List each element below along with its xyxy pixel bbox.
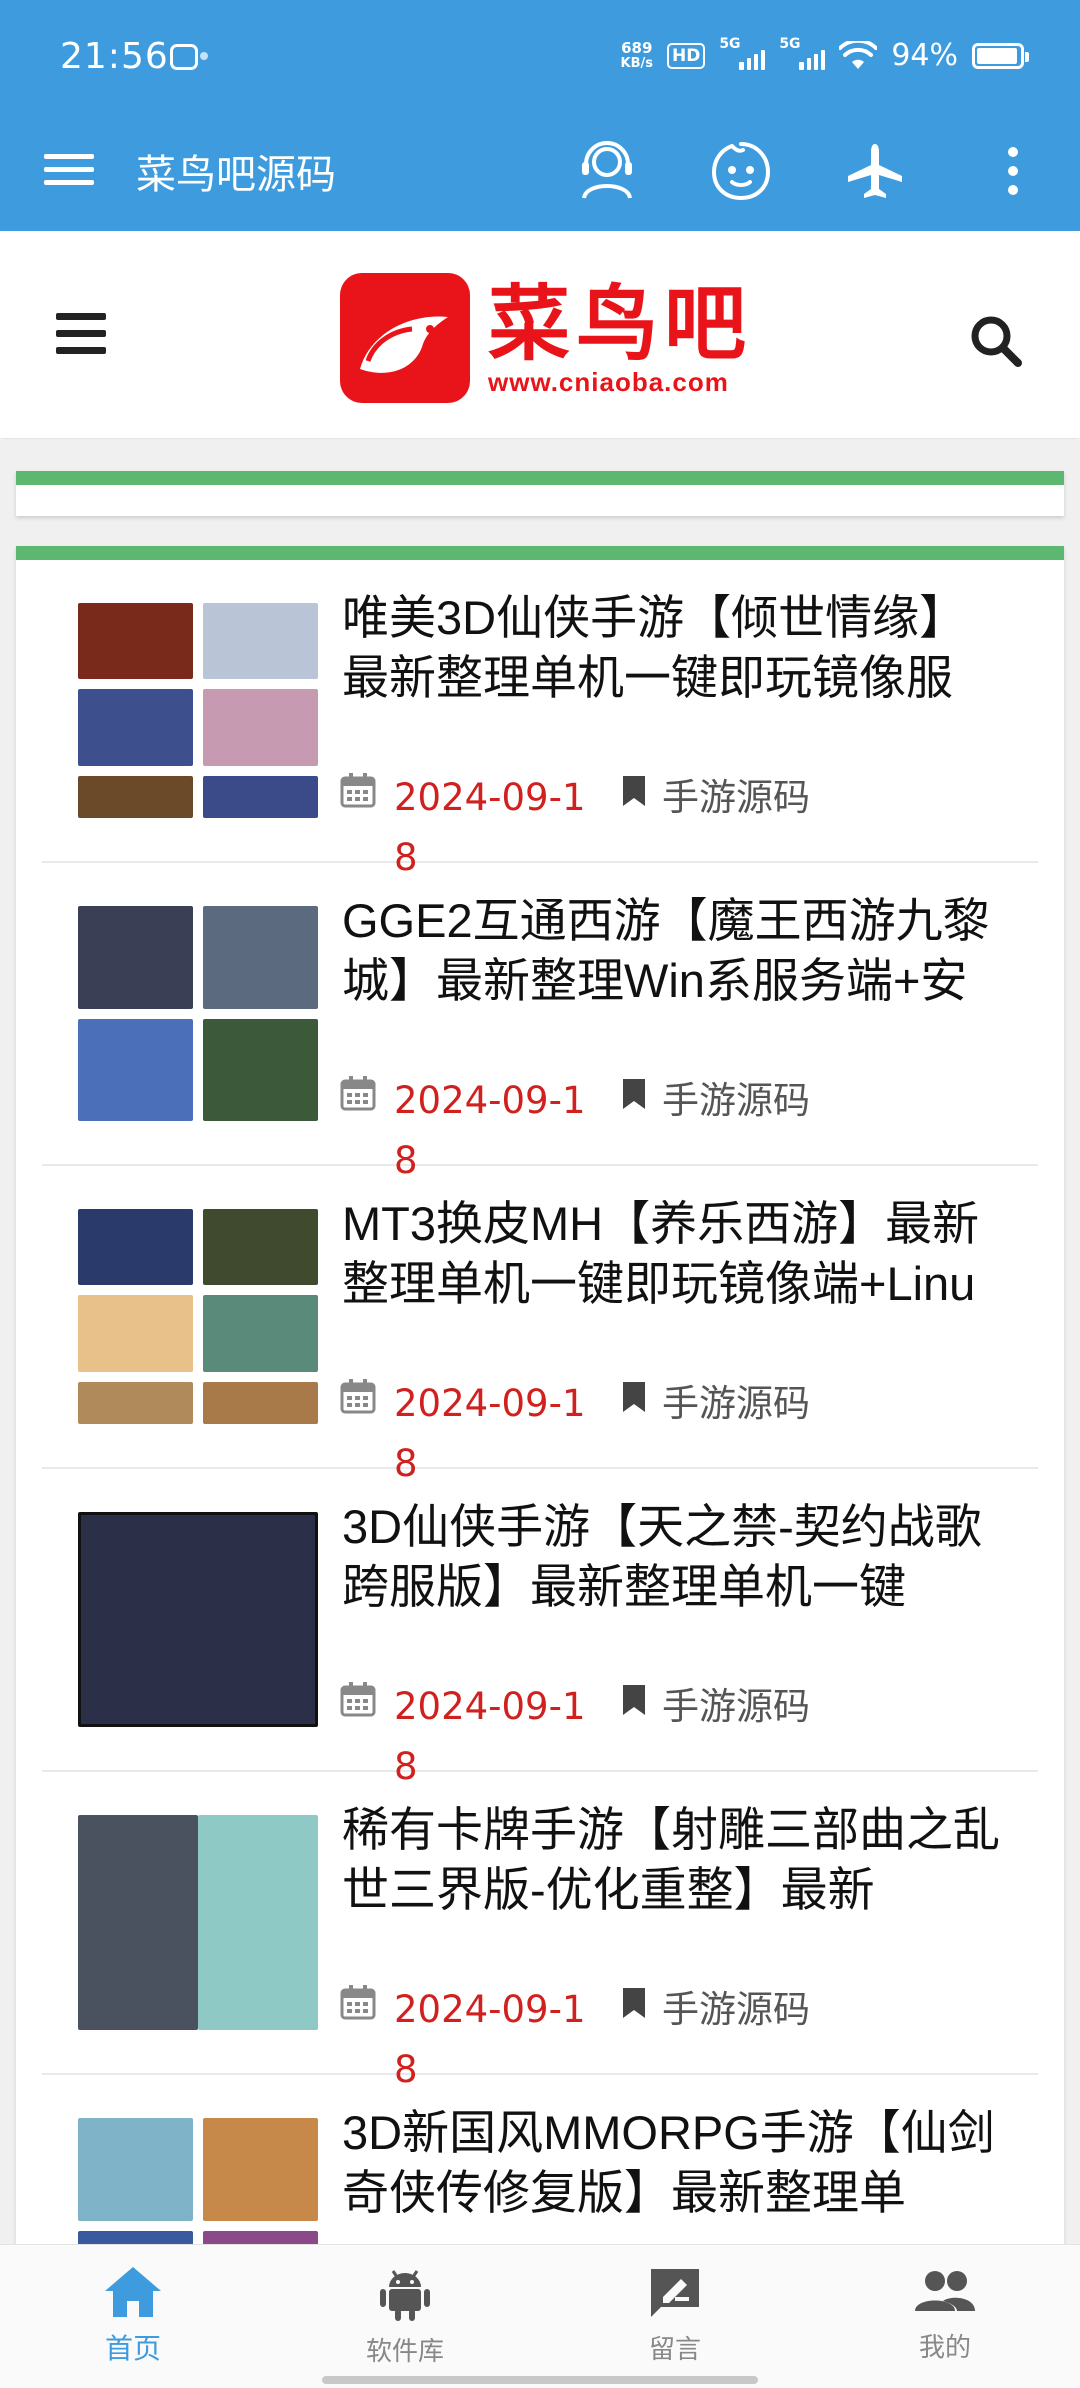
cellular-signal-icon: 5G: [719, 36, 766, 70]
post-title[interactable]: GGE2互通西游【魔王西游九黎城】最新整理Win系服务端+安: [342, 891, 1012, 1011]
notification-app-icon: [170, 44, 208, 70]
site-header: 菜鸟吧 www.cniaoba.com: [0, 231, 1080, 439]
post-category[interactable]: 手游源码: [662, 1980, 810, 2040]
post-meta: 2024-09-18 手游源码: [340, 1677, 1010, 1788]
post-list: 唯美3D仙侠手游【倾世情缘】最新整理单机一键即玩镜像服 2024-09-18 手…: [16, 546, 1064, 2246]
nav-software[interactable]: 软件库: [330, 2265, 480, 2368]
post-item[interactable]: 3D新国风MMORPG手游【仙剑奇侠传修复版】最新整理单: [42, 2075, 1038, 2246]
nav-home[interactable]: 首页: [58, 2265, 208, 2367]
hd-voice-badge: HD: [666, 42, 706, 69]
post-thumbnail[interactable]: [78, 1512, 318, 1727]
post-item[interactable]: GGE2互通西游【魔王西游九黎城】最新整理Win系服务端+安 2024-09-1…: [42, 863, 1038, 1182]
post-title[interactable]: 唯美3D仙侠手游【倾世情缘】最新整理单机一键即玩镜像服: [342, 588, 1012, 708]
calendar-icon: [340, 1076, 376, 1111]
network-speed: 689 KB/s: [620, 38, 653, 71]
airplane-icon[interactable]: [840, 136, 910, 206]
post-category[interactable]: 手游源码: [662, 1071, 810, 1131]
home-indicator[interactable]: [322, 2376, 758, 2384]
post-item[interactable]: 唯美3D仙侠手游【倾世情缘】最新整理单机一键即玩镜像服 2024-09-18 手…: [42, 560, 1038, 879]
post-thumbnail[interactable]: [78, 2118, 318, 2246]
post-category[interactable]: 手游源码: [662, 1374, 810, 1434]
post-title[interactable]: MT3换皮MH【养乐西游】最新整理单机一键即玩镜像端+Linu: [342, 1194, 1012, 1314]
app-bar: 菜鸟吧源码: [0, 118, 1080, 231]
logo-url: www.cniaoba.com: [488, 366, 729, 397]
post-meta: 2024-09-18 手游源码: [340, 768, 1010, 879]
post-item[interactable]: MT3换皮MH【养乐西游】最新整理单机一键即玩镜像端+Linu 2024-09-…: [42, 1166, 1038, 1485]
post-thumbnail[interactable]: [78, 1815, 318, 2030]
post-meta: 2024-09-18 手游源码: [340, 1980, 1010, 2091]
site-menu-icon[interactable]: [56, 313, 106, 355]
wifi-icon: [839, 40, 878, 69]
app-title: 菜鸟吧源码: [136, 152, 336, 198]
post-category[interactable]: 手游源码: [662, 768, 810, 828]
nav-mine[interactable]: 我的: [870, 2265, 1020, 2364]
post-title[interactable]: 稀有卡牌手游【射雕三部曲之乱世三界版-优化重整】最新: [342, 1800, 1012, 1920]
bottom-navigation: 首页 软件库 留言 我的: [0, 2244, 1080, 2388]
status-time: 21:56: [60, 36, 169, 77]
people-icon: [915, 2271, 975, 2311]
customer-service-icon[interactable]: [572, 136, 642, 206]
post-item[interactable]: 稀有卡牌手游【射雕三部曲之乱世三界版-优化重整】最新 2024-09-18 手游…: [42, 1772, 1038, 2091]
empty-widget: [16, 471, 1064, 516]
battery-percent: 94%: [891, 38, 958, 73]
bookmark-icon: [623, 1685, 645, 1715]
calendar-icon: [340, 1682, 376, 1717]
bookmark-icon: [623, 1079, 645, 1109]
bookmark-icon: [623, 1988, 645, 2018]
calendar-icon: [340, 773, 376, 808]
cellular-signal-icon-2: 5G: [779, 36, 826, 70]
logo-bird-icon: [340, 273, 470, 403]
site-logo[interactable]: 菜鸟吧 www.cniaoba.com: [340, 271, 752, 405]
battery-icon: [972, 42, 1029, 69]
logo-text: 菜鸟吧: [488, 275, 753, 372]
face-icon[interactable]: [706, 136, 776, 206]
status-bar: 21:56 689 KB/s HD 5G 5G 94%: [0, 0, 1080, 118]
post-thumbnail[interactable]: [78, 603, 318, 818]
menu-icon[interactable]: [44, 146, 94, 196]
post-category[interactable]: 手游源码: [662, 1677, 810, 1737]
post-meta: 2024-09-18 手游源码: [340, 1071, 1010, 1182]
nav-message[interactable]: 留言: [600, 2265, 750, 2366]
post-meta: 2024-09-18 手游源码: [340, 1374, 1010, 1485]
android-icon: [380, 2270, 430, 2321]
calendar-icon: [340, 1985, 376, 2020]
bookmark-icon: [623, 776, 645, 806]
post-thumbnail[interactable]: [78, 906, 318, 1121]
home-icon: [105, 2267, 161, 2317]
post-title[interactable]: 3D仙侠手游【天之禁-契约战歌跨服版】最新整理单机一键: [342, 1497, 1012, 1617]
calendar-icon: [340, 1379, 376, 1414]
post-thumbnail[interactable]: [78, 1209, 318, 1424]
post-title[interactable]: 3D新国风MMORPG手游【仙剑奇侠传修复版】最新整理单: [342, 2103, 1012, 2223]
bookmark-icon: [623, 1382, 645, 1412]
message-edit-icon: [651, 2269, 699, 2317]
post-item[interactable]: 3D仙侠手游【天之禁-契约战歌跨服版】最新整理单机一键 2024-09-18 手…: [42, 1469, 1038, 1788]
status-indicators: 689 KB/s HD 5G 5G 94%: [620, 36, 1029, 73]
more-vert-icon[interactable]: [978, 136, 1048, 206]
search-icon[interactable]: [968, 313, 1024, 369]
